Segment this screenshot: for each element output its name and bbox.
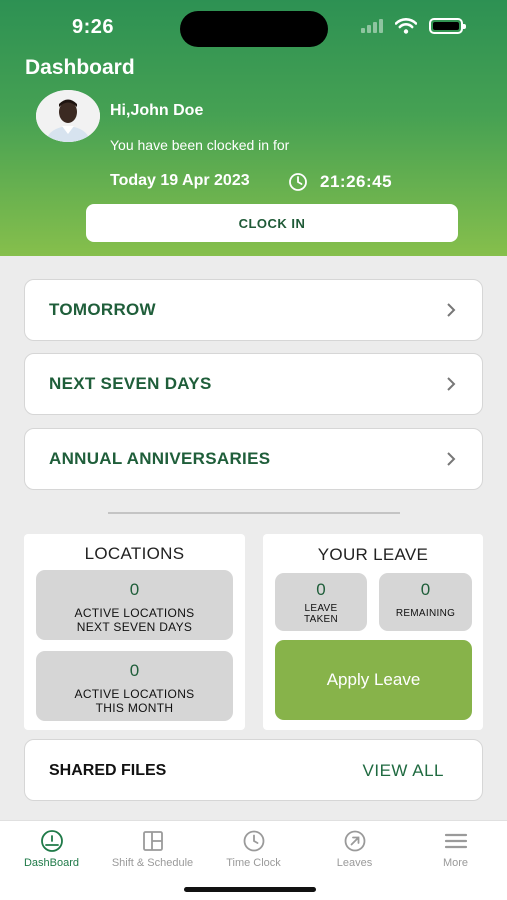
next-seven-days-label: NEXT SEVEN DAYS xyxy=(49,374,212,393)
chevron-right-icon xyxy=(447,377,456,391)
active-locations-this-month-value: 0 xyxy=(129,661,140,680)
shared-files-label: SHARED FILES xyxy=(49,762,167,779)
locations-title: LOCATIONS xyxy=(84,544,185,563)
status-icons xyxy=(361,18,466,34)
leave-taken-label2: TAKEN xyxy=(303,614,339,625)
battery-icon xyxy=(429,18,466,34)
avatar[interactable] xyxy=(36,90,100,142)
user-photo-icon xyxy=(36,90,100,142)
leaves-icon xyxy=(344,830,365,852)
active-locations-seven-days[interactable]: 0 ACTIVE LOCATIONS NEXT SEVEN DAYS xyxy=(36,570,233,640)
chevron-right-icon xyxy=(447,452,456,466)
home-indicator xyxy=(184,887,316,892)
status-time: 9:26 xyxy=(72,16,115,38)
clock-icon xyxy=(289,173,307,191)
view-all-link[interactable]: VIEW ALL xyxy=(363,761,444,781)
dashboard-header: 9:26 Dashboard Hi,John Doe You have been… xyxy=(0,0,507,256)
active-locations-seven-days-label2: NEXT SEVEN DAYS xyxy=(76,620,193,634)
schedule-icon xyxy=(142,831,163,851)
next-seven-days-card[interactable]: NEXT SEVEN DAYS xyxy=(24,353,483,415)
tomorrow-card[interactable]: TOMORROW xyxy=(24,279,483,341)
annual-anniversaries-card[interactable]: ANNUAL ANNIVERSARIES xyxy=(24,428,483,490)
tab-more[interactable]: More xyxy=(405,829,506,869)
tab-more-label: More xyxy=(442,857,469,869)
clocked-in-text: You have been clocked in for xyxy=(110,137,290,153)
tab-dashboard[interactable]: DashBoard xyxy=(1,829,102,869)
active-locations-seven-days-value: 0 xyxy=(129,580,140,599)
current-date: Today 19 Apr 2023 xyxy=(110,172,250,189)
leave-taken-value: 0 xyxy=(316,580,326,599)
your-leave-title: YOUR LEAVE xyxy=(317,545,429,564)
active-locations-this-month[interactable]: 0 ACTIVE LOCATIONS THIS MONTH xyxy=(36,651,233,721)
dashboard-icon xyxy=(40,830,63,852)
active-locations-seven-days-label1: ACTIVE LOCATIONS xyxy=(74,606,195,620)
leave-taken-label1: LEAVE xyxy=(304,603,338,614)
greeting-text: Hi,John Doe xyxy=(110,102,204,119)
annual-anniversaries-label: ANNUAL ANNIVERSARIES xyxy=(49,449,271,468)
apply-leave-button[interactable]: Apply Leave xyxy=(275,640,472,720)
leave-taken[interactable]: 0 LEAVE TAKEN xyxy=(275,573,367,631)
active-locations-this-month-label2: THIS MONTH xyxy=(95,701,174,715)
clock-icon xyxy=(243,830,264,852)
elapsed-time: 21:26:45 xyxy=(320,172,393,191)
tab-time-clock[interactable]: Time Clock xyxy=(203,829,304,869)
chevron-right-icon xyxy=(447,303,456,317)
your-leave-panel: YOUR LEAVE 0 LEAVE TAKEN 0 REMAINING App… xyxy=(263,534,483,730)
tomorrow-label: TOMORROW xyxy=(49,300,156,319)
page-title: Dashboard xyxy=(25,56,135,79)
section-divider xyxy=(108,512,400,514)
active-locations-this-month-label1: ACTIVE LOCATIONS xyxy=(74,687,195,701)
leave-remaining-value: 0 xyxy=(420,580,431,599)
tab-leaves[interactable]: Leaves xyxy=(304,829,405,869)
clock-in-button[interactable]: CLOCK IN xyxy=(86,204,458,242)
dynamic-island xyxy=(180,11,328,47)
wifi-icon xyxy=(395,18,417,34)
tab-leaves-label: Leaves xyxy=(336,857,373,869)
cellular-signal-icon xyxy=(361,19,383,33)
menu-icon xyxy=(444,833,467,849)
tab-dashboard-label: DashBoard xyxy=(23,857,80,869)
tab-time-clock-label: Time Clock xyxy=(226,857,281,869)
leave-remaining[interactable]: 0 REMAINING xyxy=(379,573,472,631)
leave-remaining-label: REMAINING xyxy=(395,608,456,619)
tab-shift-schedule[interactable]: Shift & Schedule xyxy=(102,829,203,869)
locations-panel: LOCATIONS 0 ACTIVE LOCATIONS NEXT SEVEN … xyxy=(24,534,245,730)
tab-shift-schedule-label: Shift & Schedule xyxy=(111,857,194,869)
shared-files-card: SHARED FILES VIEW ALL xyxy=(24,739,483,801)
